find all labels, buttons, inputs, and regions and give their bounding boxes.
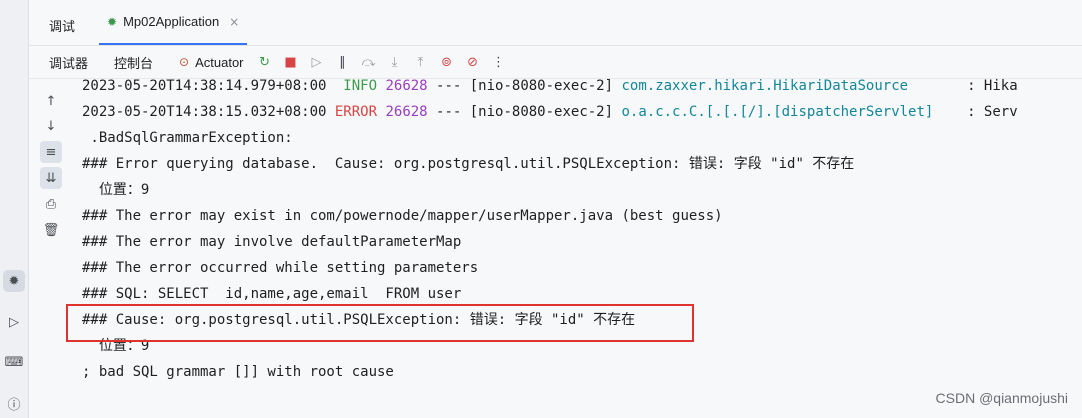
log-line-error: 2023-05-20T14:38:15.032+08:00 ERROR 2662… xyxy=(82,104,1018,120)
soft-wrap-icon[interactable]: ≡ xyxy=(40,141,62,163)
actuator-icon: ⊙ xyxy=(179,55,190,69)
step-over-icon[interactable]: ⤼ xyxy=(360,55,378,70)
console-output: 2023-05-20T14:38:14.979+08:00 INFO 26628… xyxy=(82,76,1082,418)
watermark: CSDN @qianmojushi xyxy=(935,390,1068,406)
scroll-to-end-icon[interactable]: ⇊ xyxy=(40,167,62,189)
scroll-up-icon[interactable]: ↑ xyxy=(40,90,62,112)
console-line: ### Error querying database. Cause: org.… xyxy=(82,156,855,172)
step-out-icon[interactable]: ⤒ xyxy=(412,55,430,70)
print-icon[interactable]: ⎙ xyxy=(40,193,62,215)
rerun-icon[interactable]: ↻ xyxy=(256,55,274,70)
actuator-label: Actuator xyxy=(195,54,244,70)
view-breakpoints-icon[interactable]: ⊚ xyxy=(438,55,456,70)
log-line-info: 2023-05-20T14:38:14.979+08:00 INFO 26628… xyxy=(82,78,1018,94)
clear-trash-icon[interactable]: 🗑 xyxy=(40,219,62,241)
debug-action-icons: ↻ ■ ▷ ∥ ⤼ ⤓ ⤒ ⊚ ⊘ ⋮ xyxy=(256,55,508,70)
more-options-icon[interactable]: ⋮ xyxy=(490,55,508,70)
run-services-icon[interactable]: ▷ xyxy=(3,311,25,333)
tab-debug[interactable]: 调试 xyxy=(49,16,75,35)
console-line: 位置：9 xyxy=(82,182,150,198)
tab-label: Mp02Application xyxy=(123,14,220,29)
console-line: ### The error may exist in com/powernode… xyxy=(82,208,723,224)
step-into-icon[interactable]: ⤓ xyxy=(386,55,404,70)
terminal-icon[interactable]: ⌨ xyxy=(3,351,25,373)
tool-window-tab-bar: 调试 ✹ Mp02Application × xyxy=(29,0,1082,46)
resume-icon[interactable]: ▷ xyxy=(308,55,326,70)
problems-icon[interactable]: ⓘ xyxy=(3,392,25,414)
console-line: ; bad SQL grammar []] with root cause xyxy=(82,364,394,380)
close-icon[interactable]: × xyxy=(229,15,239,29)
pause-icon[interactable]: ∥ xyxy=(334,55,352,70)
tab-mp02application[interactable]: ✹ Mp02Application × xyxy=(99,0,248,45)
bug-icon: ✹ xyxy=(107,14,118,29)
mute-breakpoints-icon[interactable]: ⊘ xyxy=(464,55,482,70)
tab-console[interactable]: 控制台 xyxy=(114,53,153,72)
stop-icon[interactable]: ■ xyxy=(282,55,300,70)
console-line: ### The error may involve defaultParamet… xyxy=(82,234,462,250)
debug-bug-icon[interactable]: ✹ xyxy=(3,270,25,292)
console-line: .BadSqlGrammarException: xyxy=(82,130,293,146)
tab-debugger[interactable]: 调试器 xyxy=(49,53,88,72)
red-highlight-box xyxy=(66,304,694,342)
tab-actuator[interactable]: ⊙ Actuator xyxy=(179,55,243,70)
scroll-down-icon[interactable]: ↓ xyxy=(40,115,62,137)
left-tool-strip: ✹ ▷ ⌨ ⓘ xyxy=(0,0,29,418)
console-line: ### The error occurred while setting par… xyxy=(82,260,479,276)
